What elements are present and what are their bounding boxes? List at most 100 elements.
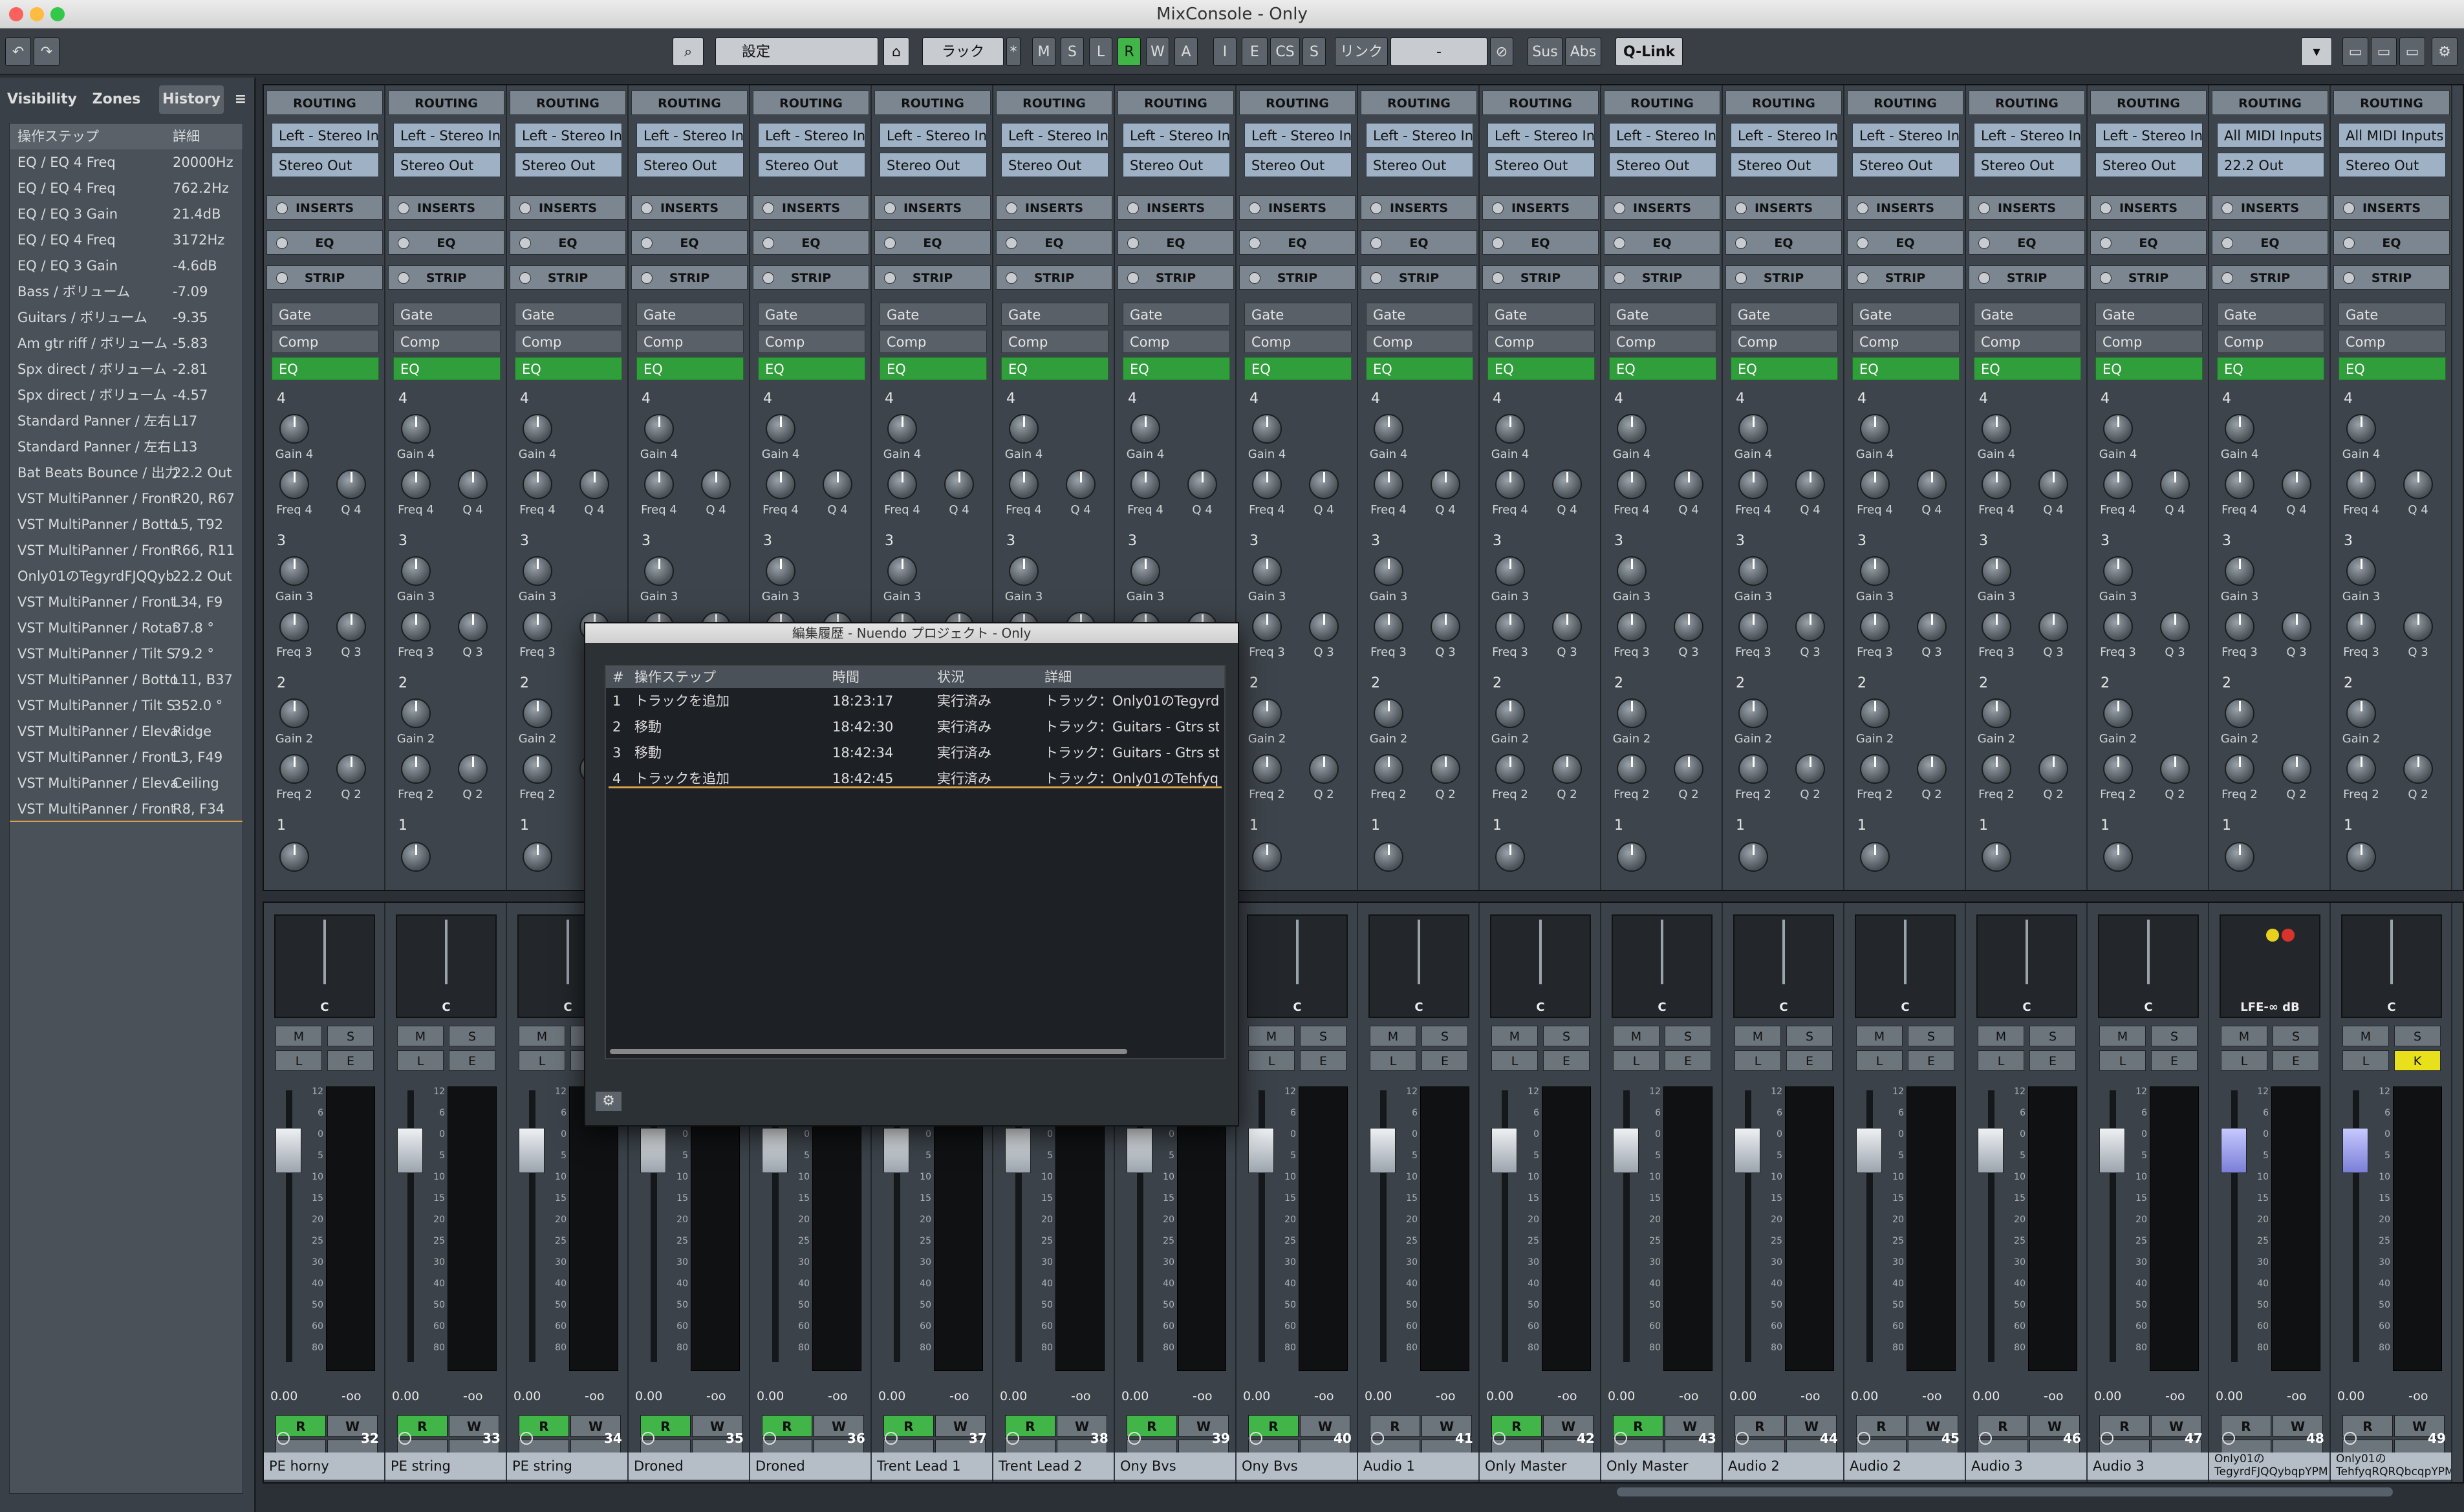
- mute-button[interactable]: M: [1370, 1026, 1416, 1046]
- gate-module[interactable]: Gate: [1731, 303, 1838, 326]
- output-routing[interactable]: Stereo Out: [1487, 153, 1595, 177]
- listen-button[interactable]: L: [2221, 1050, 2267, 1071]
- strip-header[interactable]: STRIP: [1847, 265, 1963, 290]
- inserts-power-icon[interactable]: [1614, 202, 1625, 214]
- eq-gain-knob[interactable]: [1617, 414, 1647, 444]
- comp-module[interactable]: Comp: [1487, 330, 1595, 353]
- eq-gain-knob[interactable]: [1495, 842, 1525, 872]
- eq-gain-knob[interactable]: [401, 414, 431, 444]
- output-routing[interactable]: Stereo Out: [1366, 153, 1473, 177]
- eq-module[interactable]: EQ: [1366, 357, 1473, 380]
- strip-header[interactable]: STRIP: [1361, 265, 1477, 290]
- volume-value[interactable]: 0.00: [635, 1389, 662, 1403]
- eq-freq-knob[interactable]: [1860, 754, 1890, 784]
- inserts-header[interactable]: INSERTS: [1482, 195, 1599, 220]
- history-row[interactable]: VST MultiPanner / Botto L5, T92: [10, 512, 243, 537]
- peak-value[interactable]: -oo: [706, 1389, 726, 1403]
- eq-gain-knob[interactable]: [2225, 556, 2254, 586]
- channel-link-icon[interactable]: [277, 1432, 290, 1445]
- routing-header[interactable]: ROUTING: [631, 91, 748, 115]
- peak-value[interactable]: -oo: [585, 1389, 604, 1403]
- strip-power-icon[interactable]: [1857, 272, 1868, 284]
- eq-freq-knob[interactable]: [2346, 612, 2376, 642]
- history-row[interactable]: Spx direct / ボリューム -2.81: [10, 356, 243, 382]
- edit-button[interactable]: K: [2394, 1050, 2441, 1071]
- eq-gain-knob[interactable]: [1860, 842, 1890, 872]
- peak-value[interactable]: -oo: [2287, 1389, 2306, 1403]
- channel-name[interactable]: Trent Lead 1: [872, 1453, 993, 1480]
- output-routing[interactable]: Stereo Out: [1974, 153, 2081, 177]
- eq-header[interactable]: EQ: [510, 230, 626, 255]
- eq-gain-knob[interactable]: [1617, 842, 1647, 872]
- gate-module[interactable]: Gate: [1974, 303, 2081, 326]
- view-e-button[interactable]: E: [1242, 38, 1268, 66]
- eq-gain-knob[interactable]: [1738, 556, 1768, 586]
- fader-handle[interactable]: [519, 1128, 545, 1173]
- inserts-header[interactable]: INSERTS: [1604, 195, 1720, 220]
- volume-value[interactable]: 0.00: [1729, 1389, 1756, 1403]
- eq-freq-knob[interactable]: [1617, 612, 1647, 642]
- eq-module[interactable]: EQ: [1487, 357, 1595, 380]
- eq-gain-knob[interactable]: [2103, 698, 2133, 728]
- eq-header[interactable]: EQ: [1847, 230, 1963, 255]
- panner[interactable]: LFE-∞ dB: [2220, 914, 2320, 1018]
- eq-freq-knob[interactable]: [766, 470, 795, 499]
- eq-header[interactable]: EQ: [266, 230, 383, 255]
- mute-button[interactable]: M: [1978, 1026, 2024, 1046]
- redo-icon[interactable]: ↷: [34, 38, 59, 66]
- strip-header[interactable]: STRIP: [631, 265, 748, 290]
- routing-header[interactable]: ROUTING: [874, 91, 991, 115]
- volume-value[interactable]: 0.00: [757, 1389, 784, 1403]
- channel-link-icon[interactable]: [1614, 1432, 1627, 1445]
- eq-freq-knob[interactable]: [2225, 754, 2254, 784]
- eq-gain-knob[interactable]: [1982, 842, 2011, 872]
- eq-q-knob[interactable]: [2038, 470, 2068, 499]
- eq-gain-knob[interactable]: [2346, 556, 2376, 586]
- eq-gain-knob[interactable]: [1860, 698, 1890, 728]
- eq-freq-knob[interactable]: [1738, 470, 1768, 499]
- inserts-power-icon[interactable]: [1857, 202, 1868, 214]
- history-row[interactable]: VST MultiPanner / Tilt S 79.2 °: [10, 641, 243, 667]
- eq-freq-knob[interactable]: [1738, 754, 1768, 784]
- inserts-power-icon[interactable]: [398, 202, 409, 214]
- channel-link-icon[interactable]: [1006, 1432, 1019, 1445]
- history-cursor-line[interactable]: [609, 786, 1222, 788]
- preset-select[interactable]: 設定: [715, 38, 878, 66]
- gate-module[interactable]: Gate: [636, 303, 744, 326]
- eq-gain-knob[interactable]: [2103, 556, 2133, 586]
- eq-freq-knob[interactable]: [1009, 470, 1039, 499]
- history-row[interactable]: Guitars / ボリューム -9.35: [10, 305, 243, 330]
- input-routing[interactable]: Left - Stereo In: [1731, 123, 1838, 147]
- eq-q-knob[interactable]: [2403, 612, 2433, 642]
- eq-power-icon[interactable]: [1857, 237, 1868, 249]
- layout-mid-icon[interactable]: ▭: [2371, 38, 2397, 66]
- eq-gain-knob[interactable]: [1860, 414, 1890, 444]
- eq-gain-knob[interactable]: [523, 556, 552, 586]
- output-routing[interactable]: Stereo Out: [758, 153, 865, 177]
- inserts-power-icon[interactable]: [884, 202, 896, 214]
- channel-name[interactable]: Audio 1: [1358, 1453, 1480, 1480]
- peak-value[interactable]: -oo: [1193, 1389, 1212, 1403]
- view-inputs-button[interactable]: I: [1213, 38, 1237, 66]
- inserts-header[interactable]: INSERTS: [874, 195, 991, 220]
- eq-freq-knob[interactable]: [279, 612, 309, 642]
- eq-gain-knob[interactable]: [2225, 842, 2254, 872]
- eq-q-knob[interactable]: [1552, 754, 1582, 784]
- inserts-header[interactable]: INSERTS: [631, 195, 748, 220]
- eq-q-knob[interactable]: [2160, 612, 2190, 642]
- volume-value[interactable]: 0.00: [1608, 1389, 1635, 1403]
- strip-header[interactable]: STRIP: [2212, 265, 2328, 290]
- eq-q-knob[interactable]: [336, 612, 366, 642]
- input-routing[interactable]: Left - Stereo In: [2095, 123, 2203, 147]
- eq-power-icon[interactable]: [641, 237, 653, 249]
- eq-q-knob[interactable]: [1309, 754, 1339, 784]
- eq-header[interactable]: EQ: [1118, 230, 1234, 255]
- peak-value[interactable]: -oo: [1557, 1389, 1577, 1403]
- input-routing[interactable]: Left - Stereo In: [515, 123, 622, 147]
- eq-q-knob[interactable]: [1309, 612, 1339, 642]
- eq-gain-knob[interactable]: [766, 414, 795, 444]
- fader-handle[interactable]: [1491, 1128, 1517, 1173]
- eq-gain-knob[interactable]: [644, 414, 674, 444]
- eq-q-knob[interactable]: [1431, 470, 1460, 499]
- eq-gain-knob[interactable]: [1130, 414, 1160, 444]
